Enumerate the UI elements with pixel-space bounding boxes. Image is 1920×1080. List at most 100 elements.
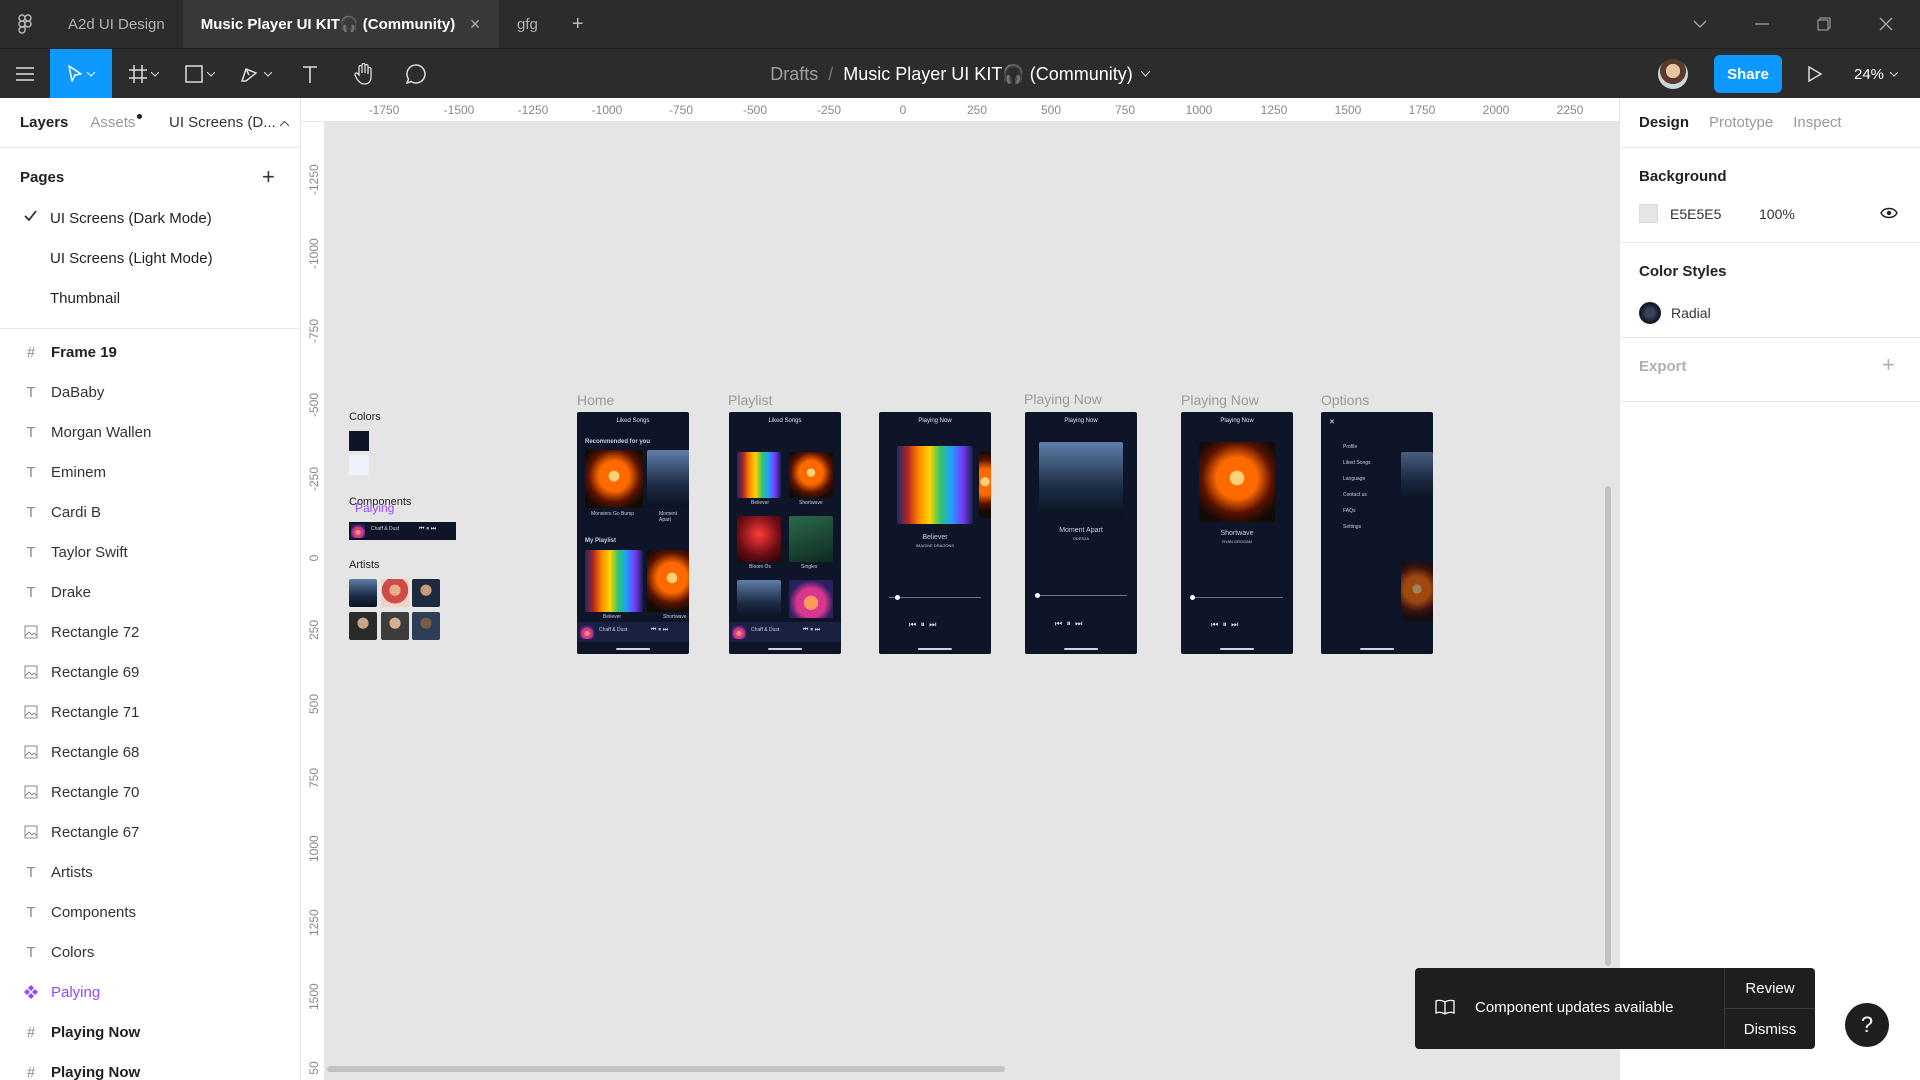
player-component[interactable]: Chaff & Dust ⏮ ⏸ ⏭ [349,522,456,540]
progress-bar[interactable] [1191,597,1283,598]
tab-assets[interactable]: Assets [90,114,143,131]
player-controls[interactable]: ⏮ ⏸ ⏭ [909,620,936,630]
page-item-thumbnail[interactable]: Thumbnail [0,278,300,318]
layer-colors[interactable]: T Colors [0,932,300,972]
tab-a2d-ui-design[interactable]: A2d UI Design [50,0,183,48]
layer-rectangle-70[interactable]: Rectangle 70 [0,772,300,812]
layer-components[interactable]: T Components [0,892,300,932]
player-controls[interactable]: ⏮ ⏸ ⏭ [1055,619,1082,629]
eye-icon[interactable] [1880,206,1898,222]
restore-icon[interactable] [1794,0,1854,48]
add-export-icon[interactable]: + [1882,352,1895,378]
layer-palying[interactable]: Palying [0,972,300,1012]
menu-item[interactable]: FAQs [1343,508,1356,514]
move-tool-button[interactable] [50,49,112,99]
frame-playing-now-shortwave[interactable]: Playing Now Shortwave RYAN GROGAN ⏮ ⏸ ⏭ [1181,412,1293,654]
layer-eminem[interactable]: T Eminem [0,452,300,492]
review-button[interactable]: Review [1725,968,1815,1008]
mini-player[interactable]: Chaff & Dust ⏮ ⏸ ⏭ [729,622,841,642]
horizontal-scrollbar[interactable] [327,1066,1005,1072]
layer-rectangle-67[interactable]: Rectangle 67 [0,812,300,852]
add-tab-icon[interactable]: + [556,0,600,48]
close-icon[interactable]: ✕ [1329,418,1335,426]
file-name[interactable]: Music Player UI KIT🎧 (Community) [843,64,1132,85]
tab-design[interactable]: Design [1639,114,1689,131]
artist-thumb[interactable] [412,612,440,640]
menu-item[interactable]: Language [1343,476,1365,482]
text-tool-button[interactable] [290,49,330,99]
frame-label-playing-now[interactable]: Playing Now [1024,391,1102,407]
frame-label-options[interactable]: Options [1321,392,1369,408]
minimize-icon[interactable] [1732,0,1792,48]
pen-tool-button[interactable] [232,49,280,99]
layer-playing-now-2[interactable]: # Playing Now [0,1052,300,1080]
add-page-icon[interactable]: + [262,164,275,190]
artist-thumb[interactable] [381,579,409,607]
menu-item[interactable]: Liked Songs [1343,460,1371,466]
breadcrumb-drafts[interactable]: Drafts [770,64,818,85]
background-opacity[interactable]: 100% [1759,206,1795,222]
layer-frame-19[interactable]: # Frame 19 [0,332,300,372]
mini-player[interactable]: Chaff & Dust ⏮ ⏸ ⏭ [577,622,689,642]
page-item-dark-mode[interactable]: UI Screens (Dark Mode) [0,198,300,238]
color-style-item[interactable]: Radial [1620,287,1920,337]
design-canvas[interactable]: Colors Components Palying Chaff & Dust ⏮… [325,122,1619,1080]
progress-knob[interactable] [1190,595,1195,600]
comment-tool-icon[interactable] [396,49,436,99]
frame-label-playlist[interactable]: Playlist [728,392,772,408]
layer-playing-now[interactable]: # Playing Now [0,1012,300,1052]
tab-music-player[interactable]: Music Player UI KIT🎧 (Community) ✕ [182,0,499,48]
layer-morgan-wallen[interactable]: T Morgan Wallen [0,412,300,452]
vertical-scrollbar[interactable] [1605,486,1611,966]
frame-label-home[interactable]: Home [577,392,614,408]
menu-item[interactable]: Profile [1343,444,1357,450]
progress-bar[interactable] [889,597,981,598]
artist-thumb[interactable] [349,579,377,607]
tab-inspect[interactable]: Inspect [1793,114,1841,131]
chevron-down-icon[interactable] [1140,71,1150,77]
progress-knob[interactable] [895,595,900,600]
main-menu-icon[interactable] [0,49,50,99]
frame-playing-now-moment-apart[interactable]: Playing Now Moment Apart ODESZA ⏮ ⏸ ⏭ [1025,412,1137,654]
menu-item[interactable]: Settings [1343,524,1361,530]
page-selector[interactable]: UI Screens (D... [169,114,276,131]
layer-rectangle-71[interactable]: Rectangle 71 [0,692,300,732]
layer-rectangle-72[interactable]: Rectangle 72 [0,612,300,652]
help-button[interactable]: ? [1845,1003,1889,1047]
layer-artists[interactable]: T Artists [0,852,300,892]
avatar[interactable] [1658,59,1688,89]
tab-prototype[interactable]: Prototype [1709,114,1773,131]
frame-home[interactable]: Liked Songs Recommended for you Monsters… [577,412,689,654]
hand-tool-icon[interactable] [344,49,384,99]
tab-gfg[interactable]: gfg [499,0,556,48]
tab-layers[interactable]: Layers [20,114,68,131]
progress-bar[interactable] [1035,595,1127,596]
layer-rectangle-69[interactable]: Rectangle 69 [0,652,300,692]
share-button[interactable]: Share [1714,55,1782,93]
player-controls[interactable]: ⏮ ⏸ ⏭ [1211,620,1238,630]
layer-rectangle-68[interactable]: Rectangle 68 [0,732,300,772]
layer-cardi-b[interactable]: T Cardi B [0,492,300,532]
chevron-down-icon[interactable] [1670,0,1730,48]
frame-playlist[interactable]: Liked Songs Believer Shortwave Bloom Ox … [729,412,841,654]
background-swatch[interactable] [1639,204,1658,223]
window-close-icon[interactable] [1856,0,1916,48]
color-swatch-light[interactable] [349,455,369,475]
artist-thumb[interactable] [412,579,440,607]
color-swatch-dark[interactable] [349,431,369,451]
close-icon[interactable]: ✕ [469,16,481,33]
dismiss-button[interactable]: Dismiss [1725,1009,1815,1049]
progress-knob[interactable] [1035,593,1040,598]
frame-tool-button[interactable] [120,49,168,99]
frame-options[interactable]: ✕ Profile Liked Songs Language Contact u… [1321,412,1433,654]
present-play-icon[interactable] [1800,49,1830,99]
shape-tool-button[interactable] [176,49,224,99]
artist-thumb[interactable] [381,612,409,640]
menu-item[interactable]: Contact us [1343,492,1367,498]
artist-thumb[interactable] [349,612,377,640]
figma-logo-icon[interactable] [0,0,50,48]
layer-drake[interactable]: T Drake [0,572,300,612]
layer-dababy[interactable]: T DaBaby [0,372,300,412]
chevron-up-icon[interactable] [279,114,290,131]
page-item-light-mode[interactable]: UI Screens (Light Mode) [0,238,300,278]
